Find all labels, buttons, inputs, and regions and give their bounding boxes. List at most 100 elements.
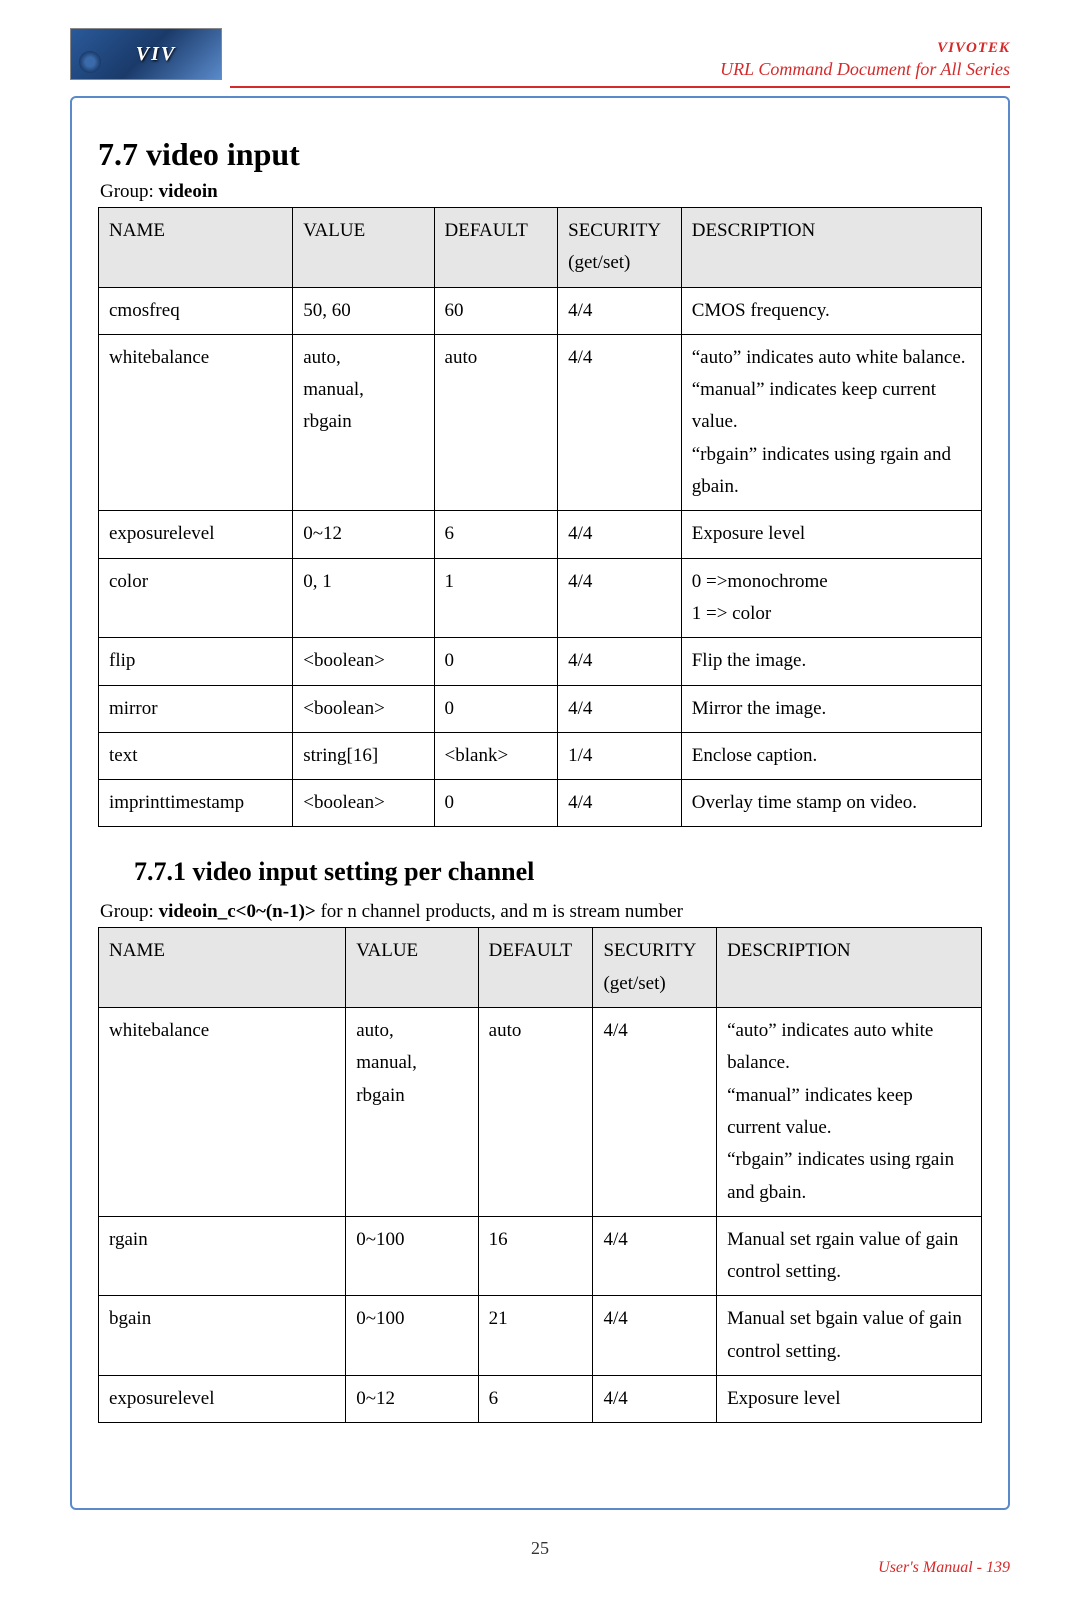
table-cell: “auto” indicates auto white balance. “ma… <box>717 1008 982 1217</box>
col-value: VALUE <box>346 928 478 1008</box>
col-security: SECURITY (get/set) <box>593 928 717 1008</box>
table-cell: 0~100 <box>346 1296 478 1376</box>
table-cell: 0 <box>434 638 558 685</box>
col-security: SECURITY (get/set) <box>558 208 682 288</box>
table-row: exposurelevel0~1264/4Exposure level <box>99 511 982 558</box>
col-default: DEFAULT <box>434 208 558 288</box>
group-name: videoin <box>159 181 218 202</box>
table-cell: string[16] <box>293 732 434 779</box>
table-cell: Manual set rgain value of gain control s… <box>717 1216 982 1296</box>
table-cell: 0, 1 <box>293 558 434 638</box>
table-row: exposurelevel0~1264/4Exposure level <box>99 1376 982 1423</box>
table-cell: whitebalance <box>99 334 293 510</box>
page-number: 25 <box>0 1538 1080 1559</box>
table-cell: 16 <box>478 1216 593 1296</box>
header-right: VIVOTEK URL Command Document for All Ser… <box>720 40 1010 80</box>
table-cell: Enclose caption. <box>681 732 981 779</box>
table-cell: auto, manual, rbgain <box>346 1008 478 1217</box>
table-cell: 6 <box>434 511 558 558</box>
table-row: whitebalanceauto, manual, rbgainauto4/4“… <box>99 334 982 510</box>
table-cell: <boolean> <box>293 685 434 732</box>
table-cell: 21 <box>478 1296 593 1376</box>
table-cell: 4/4 <box>558 685 682 732</box>
table-cell: whitebalance <box>99 1008 346 1217</box>
table-cell: 0~100 <box>346 1216 478 1296</box>
table-row: bgain0~100214/4Manual set bgain value of… <box>99 1296 982 1376</box>
table-row: mirror<boolean>04/4Mirror the image. <box>99 685 982 732</box>
col-name: NAME <box>99 928 346 1008</box>
table-cell: 4/4 <box>558 287 682 334</box>
table-cell: 4/4 <box>558 558 682 638</box>
page: VIV VIVOTEK URL Command Document for All… <box>0 0 1080 1607</box>
table-row: rgain0~100164/4Manual set rgain value of… <box>99 1216 982 1296</box>
table-row: color0, 114/40 =>monochrome 1 => color <box>99 558 982 638</box>
section-heading: 7.7 video input <box>98 136 982 173</box>
table-cell: 4/4 <box>558 638 682 685</box>
table-cell: 4/4 <box>558 511 682 558</box>
table-cell: auto <box>478 1008 593 1217</box>
table-cell: flip <box>99 638 293 685</box>
table-cell: cmosfreq <box>99 287 293 334</box>
logo: VIV <box>70 28 222 80</box>
table-header-row: NAME VALUE DEFAULT SECURITY (get/set) DE… <box>99 928 982 1008</box>
table-cell: Mirror the image. <box>681 685 981 732</box>
table-row: cmosfreq50, 60604/4CMOS frequency. <box>99 287 982 334</box>
logo-text: VIV <box>136 43 176 66</box>
col-value: VALUE <box>293 208 434 288</box>
table-cell: 4/4 <box>593 1376 717 1423</box>
table-header-row: NAME VALUE DEFAULT SECURITY (get/set) DE… <box>99 208 982 288</box>
document-title: URL Command Document for All Series <box>720 59 1010 80</box>
col-name: NAME <box>99 208 293 288</box>
table-cell: 0~12 <box>346 1376 478 1423</box>
table-cell: 1/4 <box>558 732 682 779</box>
col-description: DESCRIPTION <box>681 208 981 288</box>
table-cell: 4/4 <box>593 1216 717 1296</box>
table-cell: <boolean> <box>293 780 434 827</box>
page-footer: User's Manual - 139 <box>0 1559 1080 1607</box>
table-cell: Overlay time stamp on video. <box>681 780 981 827</box>
table-cell: rgain <box>99 1216 346 1296</box>
group-suffix-2: for n channel products, and m is stream … <box>316 901 683 922</box>
table-cell: exposurelevel <box>99 1376 346 1423</box>
table-cell: 6 <box>478 1376 593 1423</box>
table-cell: 60 <box>434 287 558 334</box>
subsection-heading: 7.7.1 video input setting per channel <box>134 857 982 887</box>
header-divider <box>230 86 1010 88</box>
table-cell: mirror <box>99 685 293 732</box>
group-prefix-2: Group: <box>100 901 159 922</box>
table-cell: Exposure level <box>681 511 981 558</box>
table-cell: 4/4 <box>593 1008 717 1217</box>
table-cell: <blank> <box>434 732 558 779</box>
table-cell: <boolean> <box>293 638 434 685</box>
group-name-2: videoin_c<0~(n-1)> <box>159 901 316 922</box>
table-cell: 0~12 <box>293 511 434 558</box>
footer-text: User's Manual - 139 <box>878 1559 1010 1577</box>
col-description: DESCRIPTION <box>717 928 982 1008</box>
table-cell: “auto” indicates auto white balance. “ma… <box>681 334 981 510</box>
table-cell: Manual set bgain value of gain control s… <box>717 1296 982 1376</box>
table-cell: color <box>99 558 293 638</box>
table-cell: 1 <box>434 558 558 638</box>
table-cell: bgain <box>99 1296 346 1376</box>
table-cell: 4/4 <box>558 780 682 827</box>
table-row: imprinttimestamp<boolean>04/4Overlay tim… <box>99 780 982 827</box>
table-cell: auto <box>434 334 558 510</box>
group-label-2: Group: videoin_c<0~(n-1)> for n channel … <box>100 901 982 923</box>
table-row: textstring[16]<blank>1/4Enclose caption. <box>99 732 982 779</box>
table-cell: CMOS frequency. <box>681 287 981 334</box>
table-row: flip<boolean>04/4Flip the image. <box>99 638 982 685</box>
table-cell: 0 =>monochrome 1 => color <box>681 558 981 638</box>
table-row: whitebalanceauto, manual, rbgainauto4/4“… <box>99 1008 982 1217</box>
brand-name: VIVOTEK <box>720 40 1010 57</box>
table-cell: 0 <box>434 685 558 732</box>
table-cell: text <box>99 732 293 779</box>
table-cell: 4/4 <box>593 1296 717 1376</box>
table-cell: 50, 60 <box>293 287 434 334</box>
table-cell: imprinttimestamp <box>99 780 293 827</box>
page-header: VIV VIVOTEK URL Command Document for All… <box>0 0 1080 86</box>
table-cell: 4/4 <box>558 334 682 510</box>
content-frame: 7.7 video input Group: videoin NAME VALU… <box>70 96 1010 1510</box>
group-label: Group: videoin <box>100 181 982 203</box>
group-prefix: Group: <box>100 181 159 202</box>
table-cell: Exposure level <box>717 1376 982 1423</box>
